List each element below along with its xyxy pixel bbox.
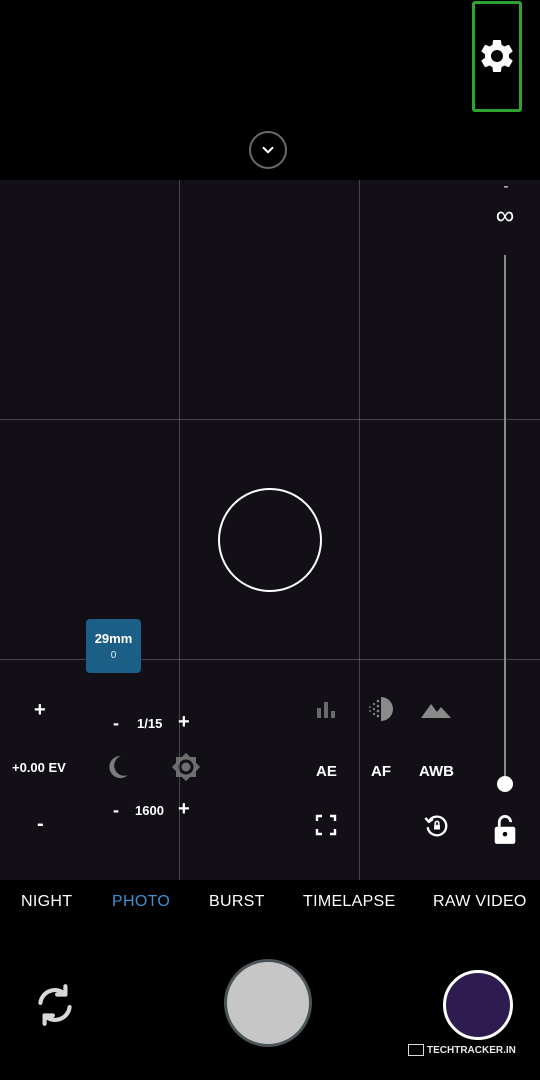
grid-line [0, 659, 540, 660]
awb-lock-button[interactable]: AWB [419, 763, 454, 780]
iso-minus-button[interactable]: - [113, 800, 119, 821]
mode-night[interactable]: NIGHT [21, 893, 72, 911]
collapse-controls-button[interactable] [249, 131, 287, 169]
ev-value: +0.00 EV [12, 760, 66, 775]
moon-icon[interactable] [104, 752, 132, 787]
brightness-icon[interactable] [171, 752, 201, 787]
lens-sub-value: 0 [110, 650, 117, 661]
lens-focal-length: 29mm [94, 631, 133, 646]
chevron-down-icon [262, 146, 274, 154]
gear-icon [481, 39, 513, 72]
reset-rotate-icon[interactable] [422, 812, 452, 845]
switch-camera-icon [38, 984, 72, 1026]
settings-button[interactable] [472, 1, 522, 112]
grid-line [0, 419, 540, 420]
zoom-slider-track[interactable] [504, 255, 506, 783]
watermark-logo-icon [408, 1044, 424, 1056]
grid-line [359, 180, 360, 880]
switch-camera-button[interactable] [30, 980, 80, 1035]
mode-burst[interactable]: BURST [209, 893, 265, 911]
lens-badge[interactable]: 29mm 0 [86, 619, 141, 673]
ae-lock-button[interactable]: AE [316, 763, 337, 780]
shutter-button[interactable] [224, 959, 312, 1047]
watermark-text: TECHTRACKER.IN [427, 1044, 516, 1056]
lock-icon[interactable] [491, 813, 519, 850]
landscape-icon[interactable] [420, 698, 452, 725]
histogram-icon[interactable] [314, 698, 338, 727]
shutter-plus-button[interactable]: + [178, 711, 190, 734]
mode-raw-video[interactable]: RAW VIDEO [433, 893, 527, 911]
ev-minus-button[interactable]: - [37, 813, 44, 836]
zoom-slider-thumb[interactable] [497, 776, 513, 792]
iso-plus-button[interactable]: + [178, 798, 190, 821]
mode-timelapse[interactable]: TIMELAPSE [303, 893, 396, 911]
af-lock-button[interactable]: AF [371, 763, 391, 780]
focus-ring[interactable] [218, 488, 322, 592]
exposure-pattern-icon[interactable] [366, 695, 396, 728]
mode-photo[interactable]: PHOTO [112, 893, 170, 911]
ev-plus-button[interactable]: + [34, 699, 46, 722]
watermark: TECHTRACKER.IN [408, 1044, 516, 1056]
focus-frame-icon[interactable] [314, 813, 338, 842]
infinity-focus-icon[interactable]: ∞ [486, 200, 524, 230]
shutter-minus-button[interactable]: - [113, 713, 119, 734]
zoom-min-label: - [503, 178, 509, 195]
iso-value: 1600 [135, 803, 164, 818]
shutter-speed-value: 1/15 [137, 716, 163, 731]
gallery-thumbnail[interactable] [443, 970, 513, 1040]
